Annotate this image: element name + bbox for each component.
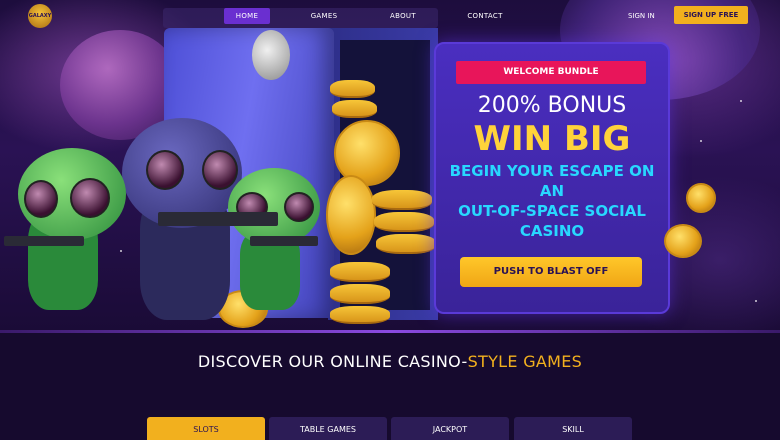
nav-contact-link[interactable]: CONTACT bbox=[462, 8, 508, 24]
blast-off-button[interactable]: PUSH TO BLAST OFF bbox=[460, 257, 642, 287]
nav-about-link[interactable]: ABOUT bbox=[380, 8, 426, 24]
coin-stack bbox=[330, 262, 390, 282]
star bbox=[120, 250, 122, 252]
top-nav: GALAXY HOME GAMES ABOUT CONTACT SIGN IN … bbox=[0, 0, 780, 30]
alien-eye bbox=[146, 150, 184, 190]
sign-up-button[interactable]: SIGN UP FREE bbox=[674, 6, 748, 24]
coin-stack bbox=[374, 212, 434, 232]
coin-stack bbox=[332, 100, 377, 118]
alien-eye bbox=[24, 180, 58, 218]
hero-section: WELCOME BUNDLE 200% BONUS WIN BIG BEGIN … bbox=[0, 0, 780, 333]
promo-tagline-line: AN bbox=[539, 182, 565, 200]
coin-stack bbox=[372, 190, 432, 210]
promo-tagline: BEGIN YOUR ESCAPE ON AN OUT-OF-SPACE SOC… bbox=[440, 161, 664, 241]
vault-dial-icon bbox=[252, 30, 290, 80]
floating-coin-icon bbox=[664, 224, 702, 258]
alien-eye bbox=[70, 178, 110, 218]
hero-divider bbox=[0, 330, 780, 333]
nav-games-link[interactable]: GAMES bbox=[300, 8, 348, 24]
win-big-headline: WIN BIG bbox=[473, 119, 631, 159]
logo[interactable]: GALAXY bbox=[28, 4, 52, 28]
blaster-icon bbox=[250, 236, 318, 246]
blaster-icon bbox=[158, 212, 278, 226]
promo-tagline-line: OUT-OF-SPACE SOCIAL bbox=[458, 202, 646, 220]
promo-tagline-line: BEGIN YOUR ESCAPE ON bbox=[449, 162, 655, 180]
star bbox=[755, 300, 757, 302]
coin-icon bbox=[326, 175, 376, 255]
bonus-text: 200% BONUS bbox=[477, 93, 627, 118]
nav-home-link[interactable]: HOME bbox=[224, 8, 270, 24]
sign-in-link[interactable]: SIGN IN bbox=[628, 8, 655, 24]
welcome-bundle-badge: WELCOME BUNDLE bbox=[456, 61, 646, 84]
games-section-title: DISCOVER OUR ONLINE CASINO-STYLE GAMES bbox=[0, 352, 780, 371]
title-main: DISCOVER OUR ONLINE CASINO- bbox=[197, 352, 468, 371]
star bbox=[740, 100, 742, 102]
coin-stack bbox=[330, 80, 375, 98]
alien-eye bbox=[284, 192, 314, 222]
blaster-icon bbox=[4, 236, 84, 246]
title-accent: STYLE GAMES bbox=[467, 352, 583, 371]
coin-stack bbox=[330, 284, 390, 304]
tab-table-games[interactable]: TABLE GAMES bbox=[269, 417, 387, 440]
tab-jackpot[interactable]: JACKPOT bbox=[391, 417, 509, 440]
floating-coin-icon bbox=[686, 183, 716, 213]
promo-tagline-line: CASINO bbox=[519, 222, 585, 240]
tab-skill[interactable]: SKILL bbox=[514, 417, 632, 440]
tab-slots[interactable]: SLOTS bbox=[147, 417, 265, 440]
alien-eye bbox=[202, 150, 238, 190]
star bbox=[700, 140, 702, 142]
coin-stack bbox=[376, 234, 436, 254]
coin-stack bbox=[330, 306, 390, 324]
